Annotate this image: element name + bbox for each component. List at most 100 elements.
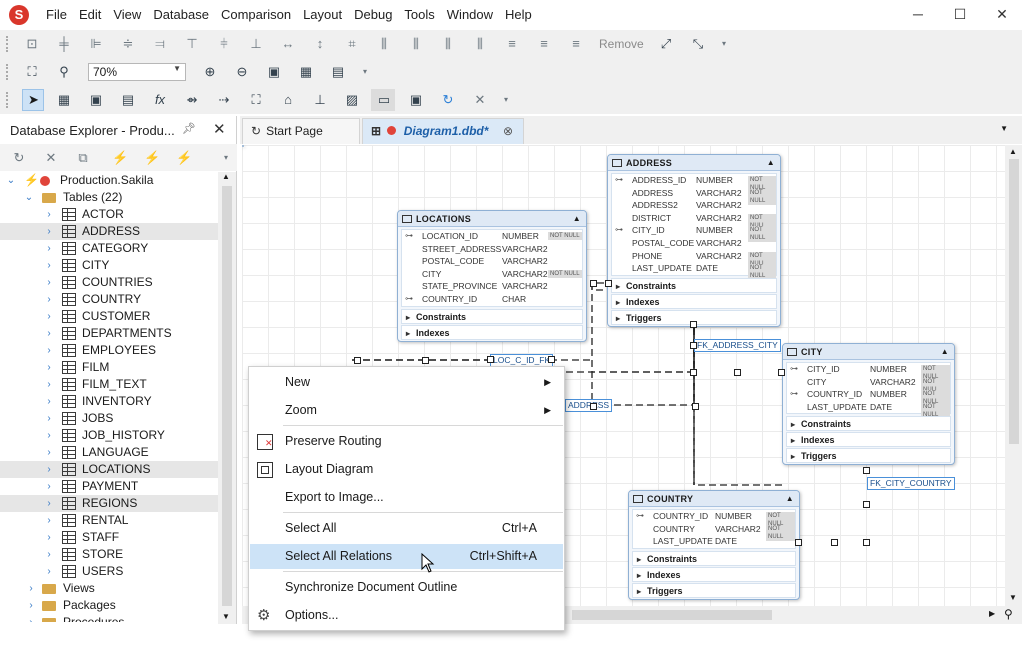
entity-header[interactable]: ADDRESS ▲: [608, 155, 780, 171]
relation-label-city_country[interactable]: FK_CITY_COUNTRY: [867, 477, 955, 490]
entity-section-indexes[interactable]: Indexes: [401, 324, 583, 341]
relation-handle[interactable]: [778, 369, 785, 376]
column-row[interactable]: PHONEVARCHAR2NOT NULL: [612, 250, 776, 268]
tree-table-address[interactable]: › ADDRESS: [0, 223, 218, 240]
delete-connection-icon[interactable]: ⚡: [176, 150, 192, 166]
stamp-tool-icon[interactable]: ⊥: [312, 92, 328, 108]
entity-section-triggers[interactable]: Triggers: [786, 448, 951, 464]
space-v-icon[interactable]: ≡: [504, 36, 520, 52]
zoom-out-icon[interactable]: ⊖: [234, 64, 250, 80]
relation-handle[interactable]: [548, 356, 555, 363]
expand-arrow-icon[interactable]: ›: [44, 376, 54, 393]
column-row[interactable]: CITYVARCHAR2NOT NULL: [402, 268, 582, 281]
comment-icon[interactable]: ▭: [376, 92, 392, 108]
column-row[interactable]: LAST_UPDATE DATE NOT NULL: [787, 401, 950, 419]
disconnect-icon[interactable]: ✕: [43, 150, 59, 166]
column-row[interactable]: ⊶COUNTRY_IDNUMBERNOT NULL: [787, 388, 950, 407]
entity-country[interactable]: COUNTRY▲⊶COUNTRY_IDNUMBERNOT NULLCOUNTRY…: [628, 490, 800, 600]
edit-connection-icon[interactable]: ⚡: [144, 150, 160, 166]
tree-table-inventory[interactable]: › INVENTORY: [0, 393, 218, 410]
actual-size-icon[interactable]: ▣: [266, 64, 282, 80]
toolbar-overflow-icon[interactable]: ▾: [218, 150, 234, 166]
menu-item-view[interactable]: View: [107, 7, 147, 22]
column-row[interactable]: STATE_PROVINCE VARCHAR2: [402, 280, 582, 293]
entity-partial[interactable]: NOT NULLNOT NULLNOT NULLNOT NULLNOT NULL…: [242, 145, 244, 147]
align-bottom-icon[interactable]: ⊥: [248, 36, 264, 52]
toolbar-grip[interactable]: [6, 64, 10, 80]
scroll-right-icon[interactable]: ▶: [989, 609, 995, 618]
entity-section-constraints[interactable]: Constraints: [611, 277, 777, 294]
align-center-icon[interactable]: ≑: [120, 36, 136, 52]
tree-table-customer[interactable]: › CUSTOMER: [0, 308, 218, 325]
panel-close-icon[interactable]: ✕: [213, 120, 226, 138]
collapse-caret-icon[interactable]: ▲: [786, 491, 794, 507]
expand-arrow-icon[interactable]: ›: [44, 325, 54, 342]
align-right-icon[interactable]: ⫤: [152, 36, 168, 52]
entity-address[interactable]: ADDRESS▲⊶ADDRESS_IDNUMBERNOT NULLADDRESS…: [607, 154, 781, 327]
note-tool-icon[interactable]: ▣: [408, 92, 424, 108]
expand-arrow-icon[interactable]: ›: [44, 461, 54, 478]
collapse-arrow-icon[interactable]: ⌄: [6, 172, 16, 189]
column-row[interactable]: ADDRESS VARCHAR2 NOT NULL: [612, 187, 776, 205]
menu-item-select-all-relations[interactable]: Select All Relations Ctrl+Shift+A: [250, 544, 563, 569]
zoom-in-icon[interactable]: ⊕: [202, 64, 218, 80]
tree-folder-views[interactable]: › Views: [0, 580, 218, 597]
same-height-icon[interactable]: ↕: [312, 36, 328, 52]
tabs-overflow-icon[interactable]: ▼: [1000, 124, 1008, 133]
tree-tables-folder[interactable]: ⌄ Tables (22): [0, 189, 218, 206]
collapse-all-icon[interactable]: ⧉: [75, 150, 91, 166]
tab-start-page[interactable]: ↻ Start Page: [242, 118, 360, 144]
relation-label-address_partial[interactable]: ADDRESS: [565, 399, 613, 412]
entity-section-constraints[interactable]: Constraints: [632, 550, 796, 567]
tree-table-actor[interactable]: › ACTOR: [0, 206, 218, 223]
relation-handle[interactable]: [690, 369, 697, 376]
column-row[interactable]: ADDRESS2 VARCHAR2: [612, 199, 776, 212]
expand-arrow-icon[interactable]: ›: [44, 274, 54, 291]
expand-arrow-icon[interactable]: ›: [44, 495, 54, 512]
expand-arrow-icon[interactable]: ›: [44, 342, 54, 359]
same-width-icon[interactable]: ↔: [280, 36, 296, 52]
page-icon[interactable]: ▤: [330, 64, 346, 80]
view-tool-icon[interactable]: ▣: [88, 92, 104, 108]
expand-arrow-icon[interactable]: ›: [44, 478, 54, 495]
image-tool-icon[interactable]: ▨: [344, 92, 360, 108]
expand-arrow-icon[interactable]: ›: [44, 240, 54, 257]
tab-diagram1[interactable]: ⊞ Diagram1.dbd* ⊗: [362, 118, 524, 144]
menu-item-help[interactable]: Help: [499, 7, 538, 22]
menu-item-new[interactable]: New ▶: [250, 370, 563, 395]
expand-arrow-icon[interactable]: ›: [44, 512, 54, 529]
scroll-down-icon[interactable]: ▼: [222, 612, 230, 621]
expand-arrow-icon[interactable]: ›: [44, 223, 54, 240]
relation-handle[interactable]: [692, 403, 699, 410]
space-h-icon[interactable]: ⫼: [376, 36, 392, 52]
expand-arrow-icon[interactable]: ›: [44, 427, 54, 444]
relation-handle[interactable]: [690, 342, 697, 349]
column-row[interactable]: ⊶ LOCATION_ID NUMBER NOT NULL: [402, 230, 582, 243]
entity-section-indexes[interactable]: Indexes: [632, 566, 796, 583]
column-row[interactable]: POSTAL_CODE VARCHAR2: [612, 237, 776, 250]
close-icon[interactable]: ✕: [992, 6, 1012, 23]
expand-arrow-icon[interactable]: ›: [44, 308, 54, 325]
expand-arrow-icon[interactable]: ›: [44, 546, 54, 563]
column-row[interactable]: CITYVARCHAR2NOT NULL: [787, 376, 950, 394]
relation-handle[interactable]: [795, 539, 802, 546]
tree-table-film_text[interactable]: › FILM_TEXT: [0, 376, 218, 393]
column-row[interactable]: DISTRICTVARCHAR2NOT NULL: [612, 212, 776, 230]
relation-handle[interactable]: [863, 501, 870, 508]
tree-folder-procedures[interactable]: › Procedures: [0, 614, 218, 622]
fit-icon[interactable]: ⤢: [658, 36, 674, 52]
relation-handle[interactable]: [590, 280, 597, 287]
expand-arrow-icon[interactable]: ›: [44, 359, 54, 376]
relation-handle[interactable]: [831, 539, 838, 546]
column-row[interactable]: ⊶CITY_IDNUMBERNOT NULL: [787, 363, 950, 381]
tree-table-users[interactable]: › USERS: [0, 563, 218, 580]
toolbar-overflow-icon[interactable]: ▾: [357, 64, 373, 80]
align-middle-icon[interactable]: ⫩: [216, 36, 232, 52]
relation-handle[interactable]: [354, 357, 361, 364]
expand-arrow-icon[interactable]: ›: [44, 257, 54, 274]
tree-table-countries[interactable]: › COUNTRIES: [0, 274, 218, 291]
tab-close-icon[interactable]: ⊗: [503, 119, 513, 143]
relation-handle[interactable]: [863, 539, 870, 546]
menu-item-comparison[interactable]: Comparison: [215, 7, 297, 22]
scroll-down-icon[interactable]: ▼: [1009, 593, 1017, 602]
